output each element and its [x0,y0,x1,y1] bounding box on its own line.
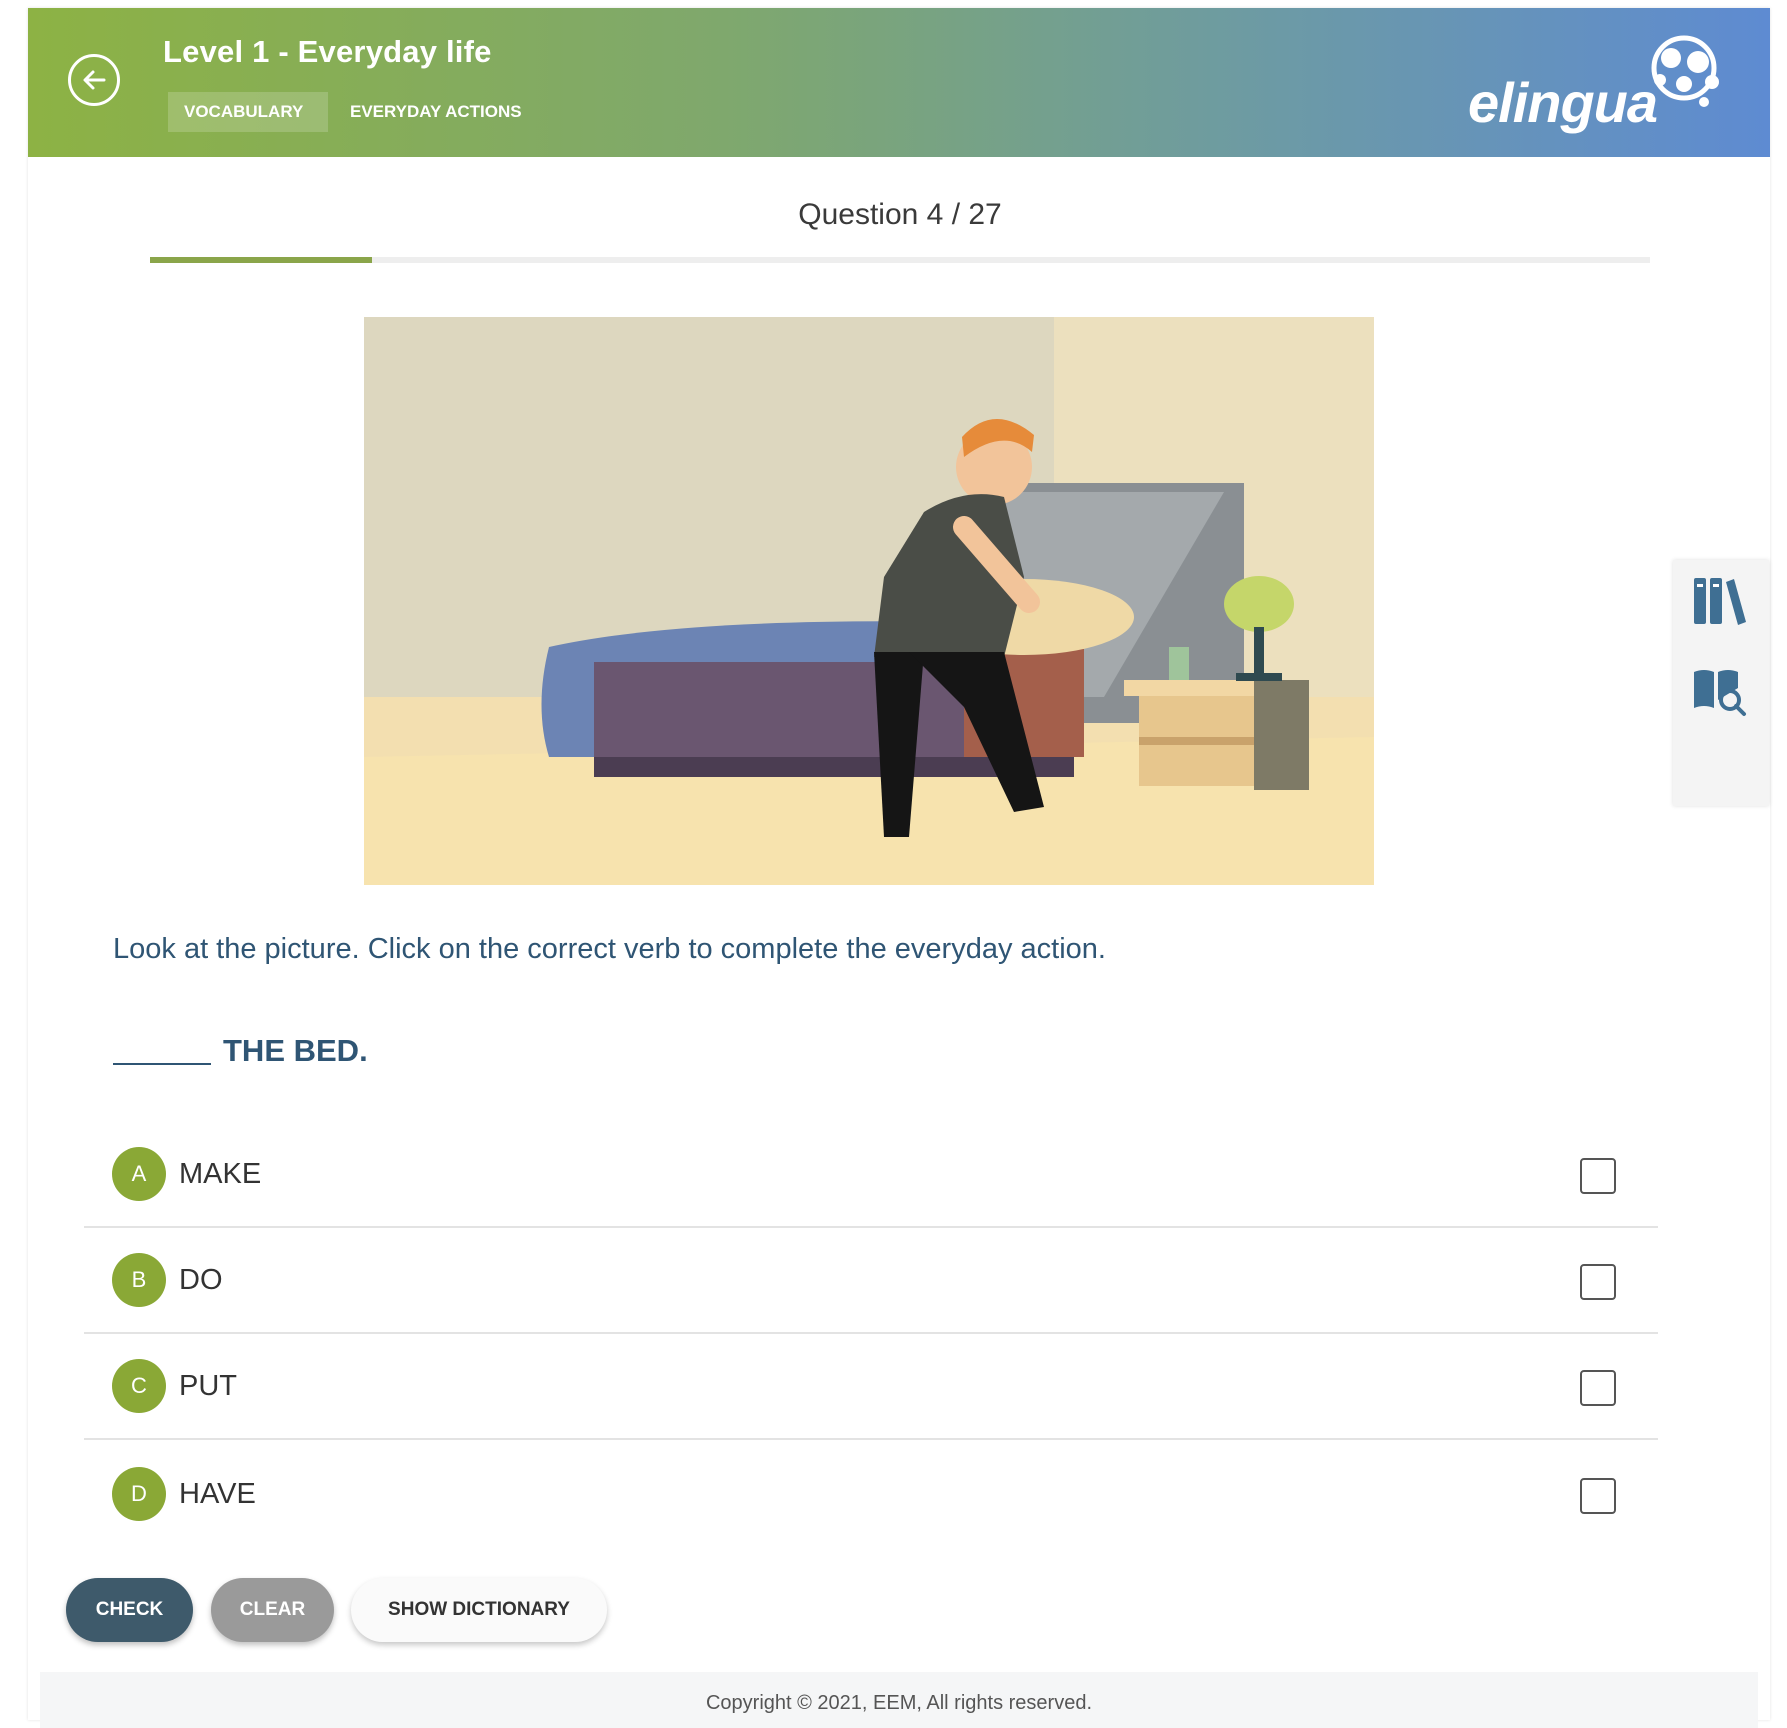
option-label: DO [179,1264,223,1296]
option-badge: A [112,1147,166,1201]
option-badge: C [112,1359,166,1413]
book-search-icon[interactable] [1690,660,1748,718]
option-d[interactable]: D HAVE [84,1442,1658,1548]
option-b[interactable]: B DO [84,1228,1658,1334]
option-a[interactable]: A MAKE [84,1122,1658,1228]
arrow-left-icon [83,70,106,90]
progress-fill [150,257,372,263]
question-counter: Question 4 / 27 [798,198,1002,231]
option-badge: D [112,1467,166,1521]
option-label: PUT [179,1370,237,1402]
footer: Copyright © 2021, EEM, All rights reserv… [40,1672,1758,1728]
logo-wordmark: elingua [1468,71,1658,134]
breadcrumb-everyday-actions[interactable]: EVERYDAY ACTIONS [334,92,538,132]
option-label: MAKE [179,1158,262,1190]
prompt-text: THE BED. [223,1033,368,1068]
progress-bar [150,257,1650,263]
option-checkbox[interactable] [1580,1264,1616,1300]
option-badge: B [112,1253,166,1307]
question-instruction: Look at the picture. Click on the correc… [113,933,1106,965]
library-books-icon[interactable] [1690,572,1748,630]
answer-blank [113,1033,211,1065]
show-dictionary-button[interactable]: SHOW DICTIONARY [351,1578,607,1642]
breadcrumb-vocabulary[interactable]: VOCABULARY [168,92,328,132]
option-checkbox[interactable] [1580,1478,1616,1514]
back-button[interactable] [68,54,120,106]
option-label: HAVE [179,1478,256,1510]
question-prompt: THE BED. [113,1033,368,1069]
check-button[interactable]: CHECK [66,1578,193,1642]
option-checkbox[interactable] [1580,1158,1616,1194]
side-tools-panel [1673,560,1769,806]
option-checkbox[interactable] [1580,1370,1616,1406]
copyright-text: Copyright © 2021, EEM, All rights reserv… [705,1692,1092,1714]
clear-button[interactable]: CLEAR [211,1578,334,1642]
question-illustration [364,317,1374,885]
option-c[interactable]: C PUT [84,1334,1658,1440]
page-title: Level 1 - Everyday life [163,34,492,69]
